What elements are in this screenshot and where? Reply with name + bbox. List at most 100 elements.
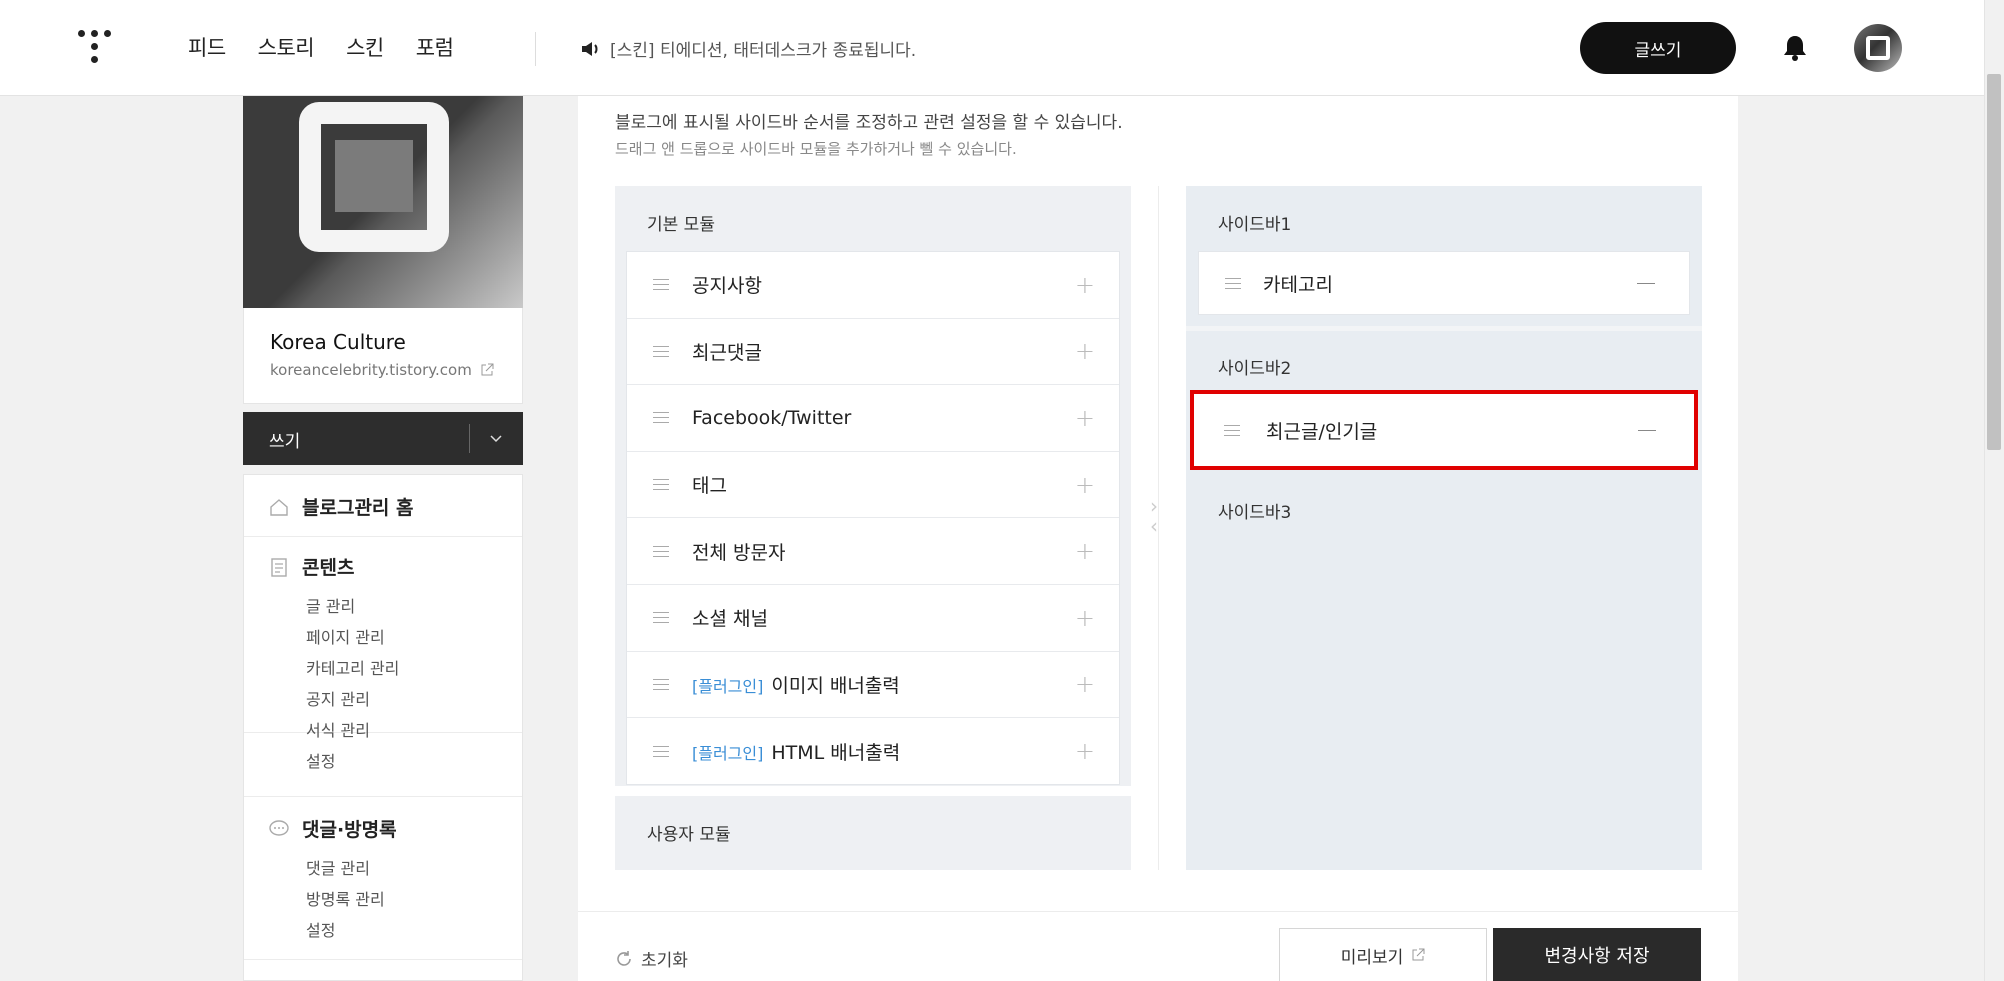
speech-bubble-icon (269, 819, 289, 836)
module-label: 카테고리 (1263, 273, 1333, 296)
plus-icon[interactable]: + (1075, 737, 1095, 765)
drag-handle-icon[interactable] (1225, 277, 1241, 289)
header-divider (535, 32, 536, 66)
user-modules-title: 사용자 모듈 (647, 825, 731, 845)
global-nav: 피드 스토리 스킨 포럼 (188, 32, 454, 62)
menu-home[interactable]: 블로그관리 홈 (268, 493, 414, 520)
menu-comments[interactable]: 댓글·방명록 (268, 815, 397, 842)
blog-name: Korea Culture (270, 330, 406, 354)
drag-handle-icon[interactable] (1224, 424, 1240, 436)
drag-handle-icon[interactable] (653, 745, 669, 757)
module-row[interactable]: [플러그인] HTML 배너출력 + (627, 718, 1119, 785)
user-modules-panel[interactable]: 사용자 모듈 (615, 796, 1131, 870)
basic-modules-title: 기본 모듈 (647, 215, 715, 235)
home-icon (270, 498, 288, 516)
plus-icon[interactable]: + (1075, 604, 1095, 632)
menu-section-comments: 댓글·방명록 댓글 관리 방명록 관리 설정 (244, 796, 522, 960)
module-label: 최근글/인기글 (1266, 420, 1378, 443)
submenu-pages[interactable]: 페이지 관리 (306, 624, 385, 648)
module-row[interactable]: Facebook/Twitter + (627, 385, 1119, 452)
page-scrollbar[interactable] (1984, 0, 2004, 981)
move-arrows-icon: › ‹ (1150, 494, 1158, 538)
blog-thumbnail (243, 96, 523, 308)
plugin-tag: [플러그인] (692, 743, 764, 763)
module-row[interactable]: 최근댓글 + (627, 319, 1119, 386)
menu-comments-label: 댓글·방명록 (302, 819, 397, 841)
module-row[interactable]: 소셜 채널 + (627, 585, 1119, 652)
minus-icon[interactable] (1637, 282, 1655, 284)
submenu-comments[interactable]: 댓글 관리 (306, 855, 370, 879)
module-label: 소셜 채널 (692, 608, 768, 631)
sidebar2-module-recent-popular[interactable]: 최근글/인기글 (1190, 390, 1698, 470)
scrollbar-thumb[interactable] (1987, 74, 2001, 450)
submenu-notices[interactable]: 공지 관리 (306, 686, 370, 710)
sidebar2-title: 사이드바2 (1218, 359, 1292, 379)
reset-button[interactable]: 초기화 (615, 946, 688, 971)
menu-contents[interactable]: 콘텐츠 (268, 553, 354, 580)
submenu-contents-settings[interactable]: 설정 (306, 748, 335, 772)
external-link-icon (1412, 948, 1425, 961)
sidebar3-title: 사이드바3 (1218, 503, 1292, 523)
preview-button[interactable]: 미리보기 (1279, 928, 1487, 981)
sidebar-settings-panel: 블로그에 표시될 사이드바 순서를 조정하고 관련 설정을 할 수 있습니다. … (578, 96, 1738, 981)
module-row[interactable]: 공지사항 + (627, 252, 1119, 319)
plus-icon[interactable]: + (1075, 537, 1095, 565)
submenu-guestbook[interactable]: 방명록 관리 (306, 886, 385, 910)
drag-handle-icon[interactable] (653, 345, 669, 357)
blog-url-text: koreancelebrity.tistory.com (270, 361, 472, 379)
write-post-button[interactable]: 글쓰기 (1580, 22, 1736, 74)
speaker-icon (582, 41, 598, 56)
minus-icon[interactable] (1638, 429, 1656, 431)
nav-story[interactable]: 스토리 (258, 32, 315, 62)
module-row[interactable]: 전체 방문자 + (627, 518, 1119, 585)
module-label: 공지사항 (692, 275, 762, 298)
tistory-logo[interactable] (78, 28, 114, 68)
module-label: Facebook/Twitter (692, 406, 852, 429)
plugin-tag: [플러그인] (692, 676, 764, 696)
submenu-categories[interactable]: 카테고리 관리 (306, 655, 399, 679)
write-bar-label[interactable]: 쓰기 (269, 427, 300, 452)
basic-modules-panel: 기본 모듈 공지사항 + 최근댓글 + Facebook/Twitter + 태… (615, 186, 1131, 786)
plus-icon[interactable]: + (1075, 337, 1095, 365)
plus-icon[interactable]: + (1075, 271, 1095, 299)
top-header: 피드 스토리 스킨 포럼 [스킨] 티에디션, 태터데스크가 종료됩니다. 글쓰… (0, 0, 2004, 96)
notice-banner[interactable]: [스킨] 티에디션, 태터데스크가 종료됩니다. (580, 36, 916, 61)
external-link-icon (481, 363, 494, 376)
module-label: [플러그인] HTML 배너출력 (692, 741, 901, 764)
plus-icon[interactable]: + (1075, 404, 1095, 432)
submenu-comments-settings[interactable]: 설정 (306, 917, 335, 941)
basic-modules-list: 공지사항 + 최근댓글 + Facebook/Twitter + 태그 + 전체… (626, 251, 1120, 785)
nav-skin[interactable]: 스킨 (346, 32, 384, 62)
nav-feed[interactable]: 피드 (188, 32, 226, 62)
user-avatar[interactable] (1854, 24, 1902, 72)
drag-handle-icon[interactable] (653, 678, 669, 690)
plus-icon[interactable]: + (1075, 670, 1095, 698)
notice-text: [스킨] 티에디션, 태터데스크가 종료됩니다. (610, 41, 917, 61)
sidebar1-title: 사이드바1 (1218, 215, 1292, 235)
drag-handle-icon[interactable] (653, 412, 669, 424)
submenu-templates[interactable]: 서식 관리 (306, 717, 370, 741)
refresh-icon (617, 950, 631, 966)
chevron-down-icon[interactable] (487, 426, 505, 450)
drag-handle-icon[interactable] (653, 279, 669, 291)
preview-label: 미리보기 (1340, 947, 1404, 968)
save-changes-button[interactable]: 변경사항 저장 (1493, 928, 1701, 981)
reset-label: 초기화 (641, 951, 688, 971)
drag-handle-icon[interactable] (653, 612, 669, 624)
sidebar-divider (1186, 326, 1702, 331)
submenu-posts[interactable]: 글 관리 (306, 593, 355, 617)
page-subdescription: 드래그 앤 드롭으로 사이드바 모듈을 추가하거나 뻴 수 있습니다. (615, 140, 1017, 158)
plus-icon[interactable]: + (1075, 471, 1095, 499)
document-icon (271, 557, 287, 577)
module-label: 최근댓글 (692, 341, 762, 364)
menu-section-contents: 콘텐츠 글 관리 페이지 관리 카테고리 관리 공지 관리 서식 관리 설정 (244, 537, 522, 771)
nav-forum[interactable]: 포럼 (416, 32, 454, 62)
drag-handle-icon[interactable] (653, 479, 669, 491)
blog-url-link[interactable]: koreancelebrity.tistory.com (270, 361, 494, 379)
module-row[interactable]: [플러그인] 이미지 배너출력 + (627, 652, 1119, 719)
sidebar1-module-category[interactable]: 카테고리 (1198, 251, 1690, 315)
bell-icon[interactable] (1782, 34, 1808, 62)
drag-handle-icon[interactable] (653, 545, 669, 557)
module-row[interactable]: 태그 + (627, 452, 1119, 519)
action-footer: 초기화 미리보기 변경사항 저장 (578, 911, 1738, 981)
